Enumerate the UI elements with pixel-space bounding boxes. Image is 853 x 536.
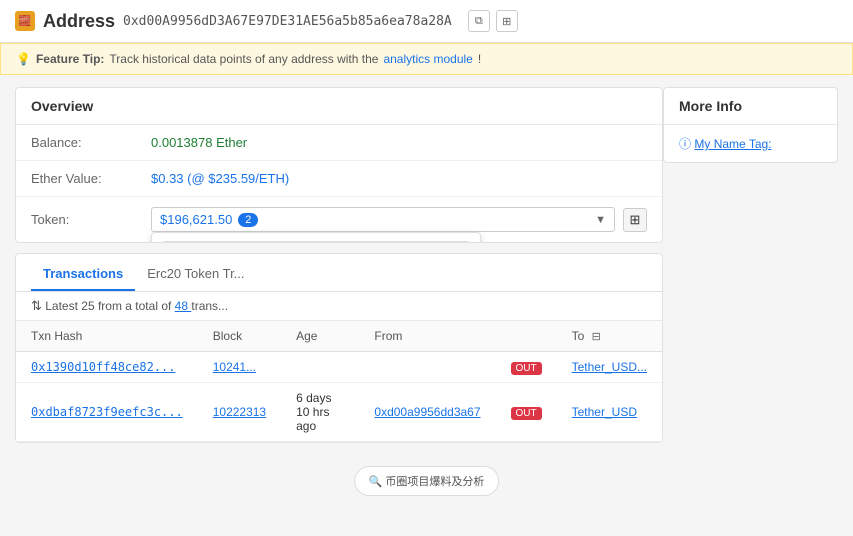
col-dir	[496, 321, 557, 352]
tip-icon: 💡	[16, 52, 31, 66]
txn-hash-link[interactable]: 0x1390d10ff48ce82...	[31, 360, 176, 374]
age-cell-2: 6 days 10 hrs ago	[281, 383, 359, 442]
more-info-panel: More Info ⓘ My Name Tag:	[663, 87, 838, 163]
tip-suffix: !	[478, 52, 481, 66]
tip-prefix: Feature Tip:	[36, 52, 104, 66]
main-content: Overview Balance: 0.0013878 Ether Ether …	[0, 75, 853, 455]
sort-icon-prefix: ⇅	[31, 298, 42, 313]
txn-count-info: ⇅ Latest 25 from a total of 48 trans...	[16, 292, 662, 321]
ether-value: $0.33 (@ $235.59/ETH)	[151, 171, 647, 186]
watermark-text: 币圈项目爆料及分析	[385, 476, 484, 488]
filter-icon[interactable]: ⊟	[592, 331, 601, 343]
tab-erc20[interactable]: Erc20 Token Tr...	[135, 258, 256, 291]
overview-title: Overview	[16, 88, 662, 125]
header-icon-group: ⧉ ⊞	[468, 10, 518, 32]
watermark: 🔍 币圈项目爆料及分析	[354, 466, 500, 496]
balance-row: Balance: 0.0013878 Ether	[16, 125, 662, 161]
balance-label: Balance:	[31, 135, 151, 150]
direction-badge-2: OUT	[511, 407, 542, 420]
tabs-bar: Transactions Erc20 Token Tr...	[16, 258, 662, 292]
transactions-table: Txn Hash Block Age From To ⊟	[16, 321, 662, 442]
address-icon: 🧱	[15, 11, 35, 31]
token-label: Token:	[31, 212, 151, 227]
left-panel: Overview Balance: 0.0013878 Ether Ether …	[15, 87, 663, 443]
more-info-title: More Info	[664, 88, 837, 125]
token-dropdown-popup: ▶ ERC-20 Tokens (2) ⇅	[151, 232, 481, 243]
expand-icon: ⊞	[630, 212, 641, 228]
token-dropdown-wrapper: $196,621.50 2 ▼ ▶	[151, 207, 615, 232]
token-expand-button[interactable]: ⊞	[623, 208, 647, 232]
dropdown-search-area	[152, 233, 480, 243]
more-info-content: ⓘ My Name Tag:	[664, 125, 837, 162]
age-cell	[281, 352, 359, 383]
txn-prefix: Latest 25 from a total of	[45, 299, 174, 313]
to-link-2[interactable]: Tether_USD	[572, 405, 637, 419]
txn-suffix: trans...	[191, 299, 228, 313]
balance-value: 0.0013878 Ether	[151, 135, 647, 150]
name-tag-link[interactable]: My Name Tag:	[694, 137, 771, 151]
direction-badge: OUT	[511, 362, 542, 375]
qr-button[interactable]: ⊞	[496, 10, 518, 32]
token-dropdown-area: $196,621.50 2 ▼ ▶	[151, 207, 647, 232]
block-link[interactable]: 10241...	[213, 360, 256, 374]
transactions-panel: Transactions Erc20 Token Tr... ⇅ Latest …	[15, 253, 663, 443]
table-row: 0xdbaf8723f9eefc3c... 10222313 6 days 10…	[16, 383, 662, 442]
analytics-link[interactable]: analytics module	[383, 52, 472, 66]
address-value: 0xd00A9956dD3A67E97DE31AE56a5b85a6ea78a2…	[123, 14, 452, 29]
help-icon: ⓘ	[679, 137, 691, 151]
page-container: 🧱 Address 0xd00A9956dD3A67E97DE31AE56a5b…	[0, 0, 853, 536]
col-from: From	[359, 321, 495, 352]
col-txn-hash: Txn Hash	[16, 321, 198, 352]
col-age-header: Age	[281, 321, 359, 352]
feature-tip-bar: 💡 Feature Tip: Track historical data poi…	[0, 43, 853, 75]
overview-panel: Overview Balance: 0.0013878 Ether Ether …	[15, 87, 663, 243]
tab-transactions[interactable]: Transactions	[31, 258, 135, 291]
table-header-row: Txn Hash Block Age From To ⊟	[16, 321, 662, 352]
token-row: Token: $196,621.50 2 ▼	[16, 197, 662, 242]
col-block: Block	[198, 321, 281, 352]
txn-hash-link-2[interactable]: 0xdbaf8723f9eefc3c...	[31, 405, 183, 419]
ether-value-row: Ether Value: $0.33 (@ $235.59/ETH)	[16, 161, 662, 197]
col-to: To ⊟	[557, 321, 662, 352]
tip-text: Track historical data points of any addr…	[109, 52, 378, 66]
from-link-2[interactable]: 0xd00a9956dd3a67	[374, 405, 480, 419]
watermark-icon: 🔍	[369, 476, 383, 488]
token-count-badge: 2	[238, 213, 258, 227]
token-select-value: $196,621.50	[160, 212, 232, 227]
ether-value-label: Ether Value:	[31, 171, 151, 186]
copy-button[interactable]: ⧉	[468, 10, 490, 32]
token-select-button[interactable]: $196,621.50 2 ▼	[151, 207, 615, 232]
page-title: Address	[43, 11, 115, 32]
txn-total-link[interactable]: 48	[175, 299, 192, 313]
table-row: 0x1390d10ff48ce82... 10241... OUT Tether…	[16, 352, 662, 383]
token-search-input[interactable]	[162, 241, 470, 243]
block-link-2[interactable]: 10222313	[213, 405, 266, 419]
header: 🧱 Address 0xd00A9956dD3A67E97DE31AE56a5b…	[0, 0, 853, 43]
dropdown-arrow-icon: ▼	[595, 214, 606, 226]
to-link[interactable]: Tether_USD...	[572, 360, 647, 374]
